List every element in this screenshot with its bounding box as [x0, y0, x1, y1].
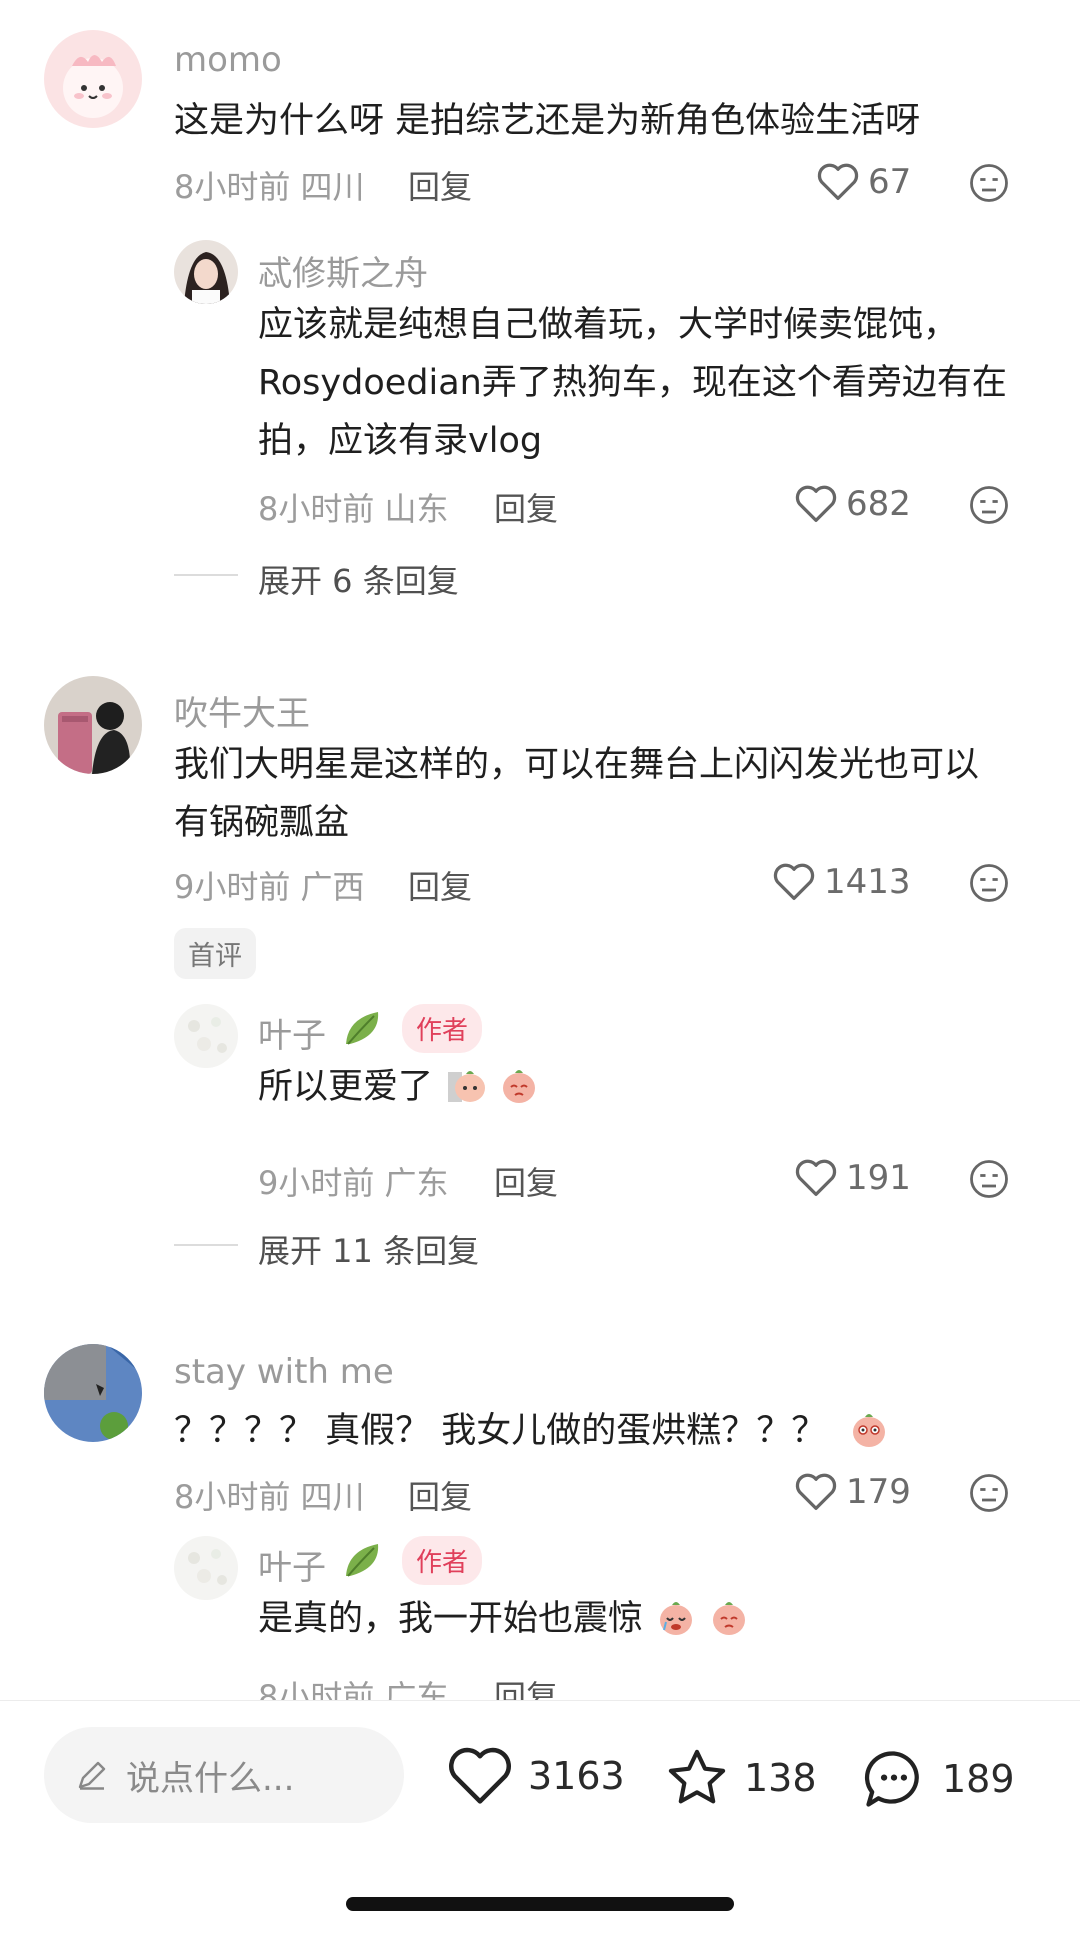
dislike-icon[interactable] [968, 862, 1010, 904]
author-tag: 作者 [402, 1004, 483, 1053]
reply-meta: 8小时前 山东 [258, 490, 449, 528]
like-button[interactable]: 1413 [772, 862, 911, 902]
reply-author-name[interactable]: 叶子 [258, 1008, 326, 1057]
dislike-icon[interactable] [968, 1158, 1010, 1200]
comment-text-content: ？？？？ 真假？ 我女儿做的蛋烘糕？？？ [174, 1411, 827, 1451]
comment-author-name[interactable]: 吹牛大王 [174, 686, 310, 735]
reply-meta: 9小时前 广东 [258, 1164, 449, 1202]
reply-button[interactable]: 回复 [408, 162, 472, 208]
like-count: 1413 [824, 862, 911, 902]
dislike-icon[interactable] [968, 1472, 1010, 1514]
dislike-icon[interactable] [968, 162, 1010, 204]
dislike-icon[interactable] [968, 484, 1010, 526]
like-count: 179 [846, 1472, 911, 1512]
like-button[interactable]: 179 [794, 1472, 911, 1512]
avatar[interactable] [174, 1536, 238, 1600]
like-count: 67 [868, 162, 912, 202]
reply-button[interactable]: 回复 [494, 1672, 558, 1700]
comment-input-placeholder: 说点什么... [126, 1758, 295, 1799]
comment-count: 189 [942, 1757, 1015, 1801]
like-post-button[interactable]: 3163 [446, 1745, 625, 1807]
heart-icon [773, 863, 815, 900]
reply-button[interactable]: 回复 [408, 862, 472, 908]
comment-icon [864, 1751, 919, 1807]
comment-feed[interactable]: momo 这是为什么呀 是拍综艺还是为新角色体验生活呀 8小时前 四川 回复 6… [0, 0, 1080, 1700]
like-count: 191 [846, 1158, 911, 1198]
peach-emoji-icon [448, 1071, 486, 1102]
favorite-button[interactable]: 138 [664, 1745, 817, 1811]
reply-button[interactable]: 回复 [494, 1158, 558, 1204]
comments-button[interactable]: 189 [860, 1745, 1015, 1813]
author-tag: 作者 [402, 1536, 483, 1585]
comment-input[interactable]: 说点什么... [44, 1727, 404, 1823]
heart-icon [795, 485, 837, 522]
leaf-icon [346, 1544, 379, 1577]
pencil-icon [78, 1761, 106, 1790]
avatar[interactable] [44, 1344, 142, 1442]
heart-icon [817, 163, 859, 200]
comment-text: 这是为什么呀 是拍综艺还是为新角色体验生活呀 [174, 101, 921, 141]
comment-text: ？？？？ 真假？ 我女儿做的蛋烘糕？？？ [174, 1402, 1004, 1460]
reply-author-name[interactable]: 叶子 [258, 1540, 326, 1589]
like-button[interactable]: 682 [794, 484, 911, 524]
peach-emoji-icon [713, 1602, 746, 1635]
avatar[interactable] [44, 676, 142, 774]
like-button[interactable]: 67 [816, 162, 911, 202]
reply-button[interactable]: 回复 [408, 1472, 472, 1518]
leaf-icon [346, 1012, 379, 1045]
reply-text-content: 所以更爱了 [258, 1067, 434, 1107]
avatar[interactable] [44, 30, 142, 128]
comment-meta: 8小时前 四川 [174, 168, 365, 206]
home-indicator[interactable] [346, 1897, 734, 1911]
favorite-count: 138 [744, 1756, 817, 1800]
reply-meta: 8小时前 广东 [258, 1678, 449, 1700]
post-like-count: 3163 [528, 1754, 625, 1798]
heart-icon [449, 1747, 511, 1804]
first-comment-badge: 首评 [174, 928, 256, 979]
reply-text: 是真的，我一开始也震惊 [258, 1590, 1018, 1648]
heart-icon [795, 1159, 837, 1196]
expand-divider [174, 574, 238, 576]
reply-text: 所以更爱了 [258, 1058, 1018, 1116]
bottom-action-bar: 说点什么... 3163 138 189 [0, 1700, 1080, 1946]
heart-icon [795, 1473, 837, 1510]
expand-divider [174, 1244, 238, 1246]
like-button[interactable]: 191 [794, 1158, 911, 1198]
comment-text: 我们大明星是这样的，可以在舞台上闪闪发光也可以有锅碗瓢盆 [174, 745, 980, 843]
expand-replies-button[interactable]: 展开 11 条回复 [258, 1226, 479, 1272]
peach-emoji-icon [503, 1070, 536, 1103]
reply-text: 应该就是纯想自己做着玩，大学时候卖馄饨，Rosydoedian弄了热狗车，现在这… [258, 305, 1007, 461]
comment-meta: 8小时前 四川 [174, 1478, 365, 1516]
reply-text-content: 是真的，我一开始也震惊 [258, 1599, 644, 1639]
reply-button[interactable]: 回复 [494, 484, 558, 530]
star-icon [668, 1749, 726, 1804]
comment-meta: 9小时前 广西 [174, 868, 365, 906]
comment-author-name[interactable]: momo [174, 40, 282, 80]
peach-emoji-icon [853, 1414, 886, 1447]
avatar[interactable] [174, 240, 238, 304]
expand-replies-button[interactable]: 展开 6 条回复 [258, 556, 459, 602]
like-count: 682 [846, 484, 911, 524]
peach-emoji-icon [660, 1602, 693, 1635]
avatar[interactable] [174, 1004, 238, 1068]
comment-author-name[interactable]: stay with me [174, 1352, 394, 1392]
reply-author-name[interactable]: 忒修斯之舟 [258, 246, 428, 295]
